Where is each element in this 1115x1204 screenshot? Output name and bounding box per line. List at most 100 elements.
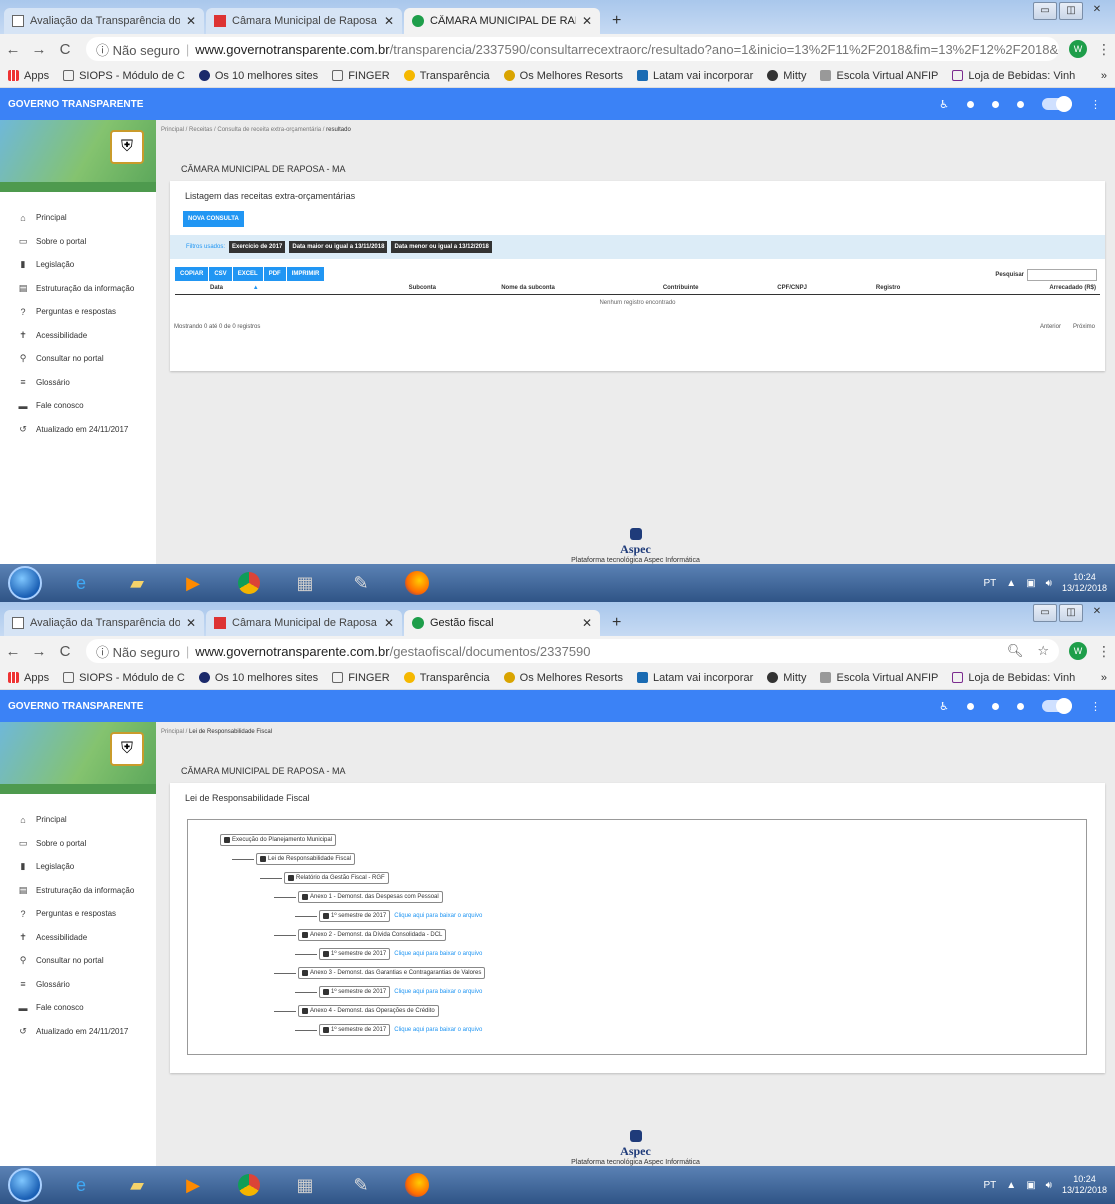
more-bookmarks-icon[interactable]: » [1101, 70, 1107, 82]
breadcrumb-link[interactable]: Receitas [189, 127, 212, 133]
paint-icon[interactable]: ✎ [344, 1171, 378, 1199]
tab-3-active[interactable]: Gestão fiscal ✕ [404, 610, 600, 636]
collapse-icon[interactable] [288, 875, 294, 881]
network-icon[interactable]: ▣ [1026, 1180, 1035, 1191]
font-increase-icon[interactable] [992, 702, 999, 710]
sidebar-item-acessibilidade[interactable]: ✝︎ Acessibilidade [0, 324, 156, 348]
forward-icon[interactable]: → [26, 643, 52, 660]
network-icon[interactable]: ▣ [1026, 578, 1035, 589]
bookmark-item[interactable]: Escola Virtual ANFIP [820, 672, 938, 684]
sidebar-item-estruturacao[interactable]: ▤ Estruturação da informação [0, 277, 156, 301]
bookmark-item[interactable]: Os 10 melhores sites [198, 70, 318, 82]
download-link[interactable]: Clique aqui para baixar o arquivo [394, 989, 482, 995]
new-tab-button[interactable]: + [612, 614, 621, 632]
bookmark-item[interactable]: Latam vai incorporar [636, 672, 753, 684]
clock[interactable]: 10:24 13/12/2018 [1062, 572, 1107, 594]
maximize-button[interactable]: ◫ [1059, 2, 1083, 20]
copy-button[interactable]: COPIAR [175, 267, 209, 281]
sidebar-item-legislacao[interactable]: ▮ Legislação [0, 253, 156, 277]
close-icon[interactable]: ✕ [582, 616, 592, 630]
minimize-button[interactable]: ▭ [1033, 604, 1057, 622]
calculator-icon[interactable]: ▦ [288, 1171, 322, 1199]
contrast-icon[interactable] [967, 702, 974, 710]
firefox-icon[interactable] [400, 569, 434, 597]
address-bar[interactable]: ⓘ Não seguro | www.governotransparente.c… [86, 639, 1059, 663]
chrome-icon[interactable] [232, 569, 266, 597]
browser-menu-icon[interactable]: ⋮ [1097, 41, 1111, 58]
address-bar[interactable]: ⓘ Não seguro | www.governotransparente.c… [86, 37, 1059, 61]
tree-node[interactable]: Anexo 3 - Demonst. das Garantias e Contr… [274, 967, 486, 979]
sidebar-item-perguntas[interactable]: ? Perguntas e respostas [0, 300, 156, 324]
tree-node[interactable]: Anexo 2 - Demonst. da Dívida Consolidada… [274, 929, 447, 941]
download-link[interactable]: Clique aqui para baixar o arquivo [394, 1027, 482, 1033]
breadcrumb-link[interactable]: Principal [161, 729, 184, 735]
collapse-icon[interactable] [302, 894, 308, 900]
zoom-icon[interactable]: 🔍︎ [1007, 643, 1024, 659]
tray-expand-icon[interactable]: ▲ [1006, 1180, 1016, 1191]
tab-1[interactable]: Avaliação da Transparência dos J ✕ [4, 610, 204, 636]
sidebar-item-glossario[interactable]: ≡ Glossário [0, 973, 156, 997]
volume-icon[interactable]: 🔊︎ [1046, 1180, 1052, 1191]
bookmark-item[interactable]: FINGER [332, 70, 390, 82]
explorer-icon[interactable]: ▰ [120, 569, 154, 597]
back-icon[interactable]: ← [0, 643, 26, 660]
sidebar-item-fale[interactable]: ▬ Fale conosco [0, 996, 156, 1020]
more-bookmarks-icon[interactable]: » [1101, 672, 1107, 684]
tab-3-active[interactable]: CÂMARA MUNICIPAL DE RAPOSA✕ [404, 8, 600, 34]
start-button[interactable] [8, 1168, 42, 1202]
collapse-icon[interactable] [302, 1008, 308, 1014]
language-indicator[interactable]: PT [984, 1180, 997, 1191]
next-page-button[interactable]: Próximo [1073, 324, 1095, 330]
prev-page-button[interactable]: Anterior [1040, 324, 1061, 330]
bookmark-item[interactable]: SIOPS - Módulo de C [63, 70, 185, 82]
bookmark-item[interactable]: Os Melhores Resorts [503, 70, 623, 82]
ie-icon[interactable]: e [64, 1171, 98, 1199]
minimize-button[interactable]: ▭ [1033, 2, 1057, 20]
bookmark-apps[interactable]: Apps [8, 70, 49, 82]
bookmark-item[interactable]: Transparência [403, 672, 490, 684]
firefox-icon[interactable] [400, 1171, 434, 1199]
close-window-button[interactable]: ✕ [1085, 604, 1109, 622]
sidebar-item-legislacao[interactable]: ▮ Legislação [0, 855, 156, 879]
sidebar-item-estruturacao[interactable]: ▤ Estruturação da informação [0, 879, 156, 903]
volume-icon[interactable]: 🔊︎ [1046, 578, 1052, 589]
start-button[interactable] [8, 566, 42, 600]
new-tab-button[interactable]: + [612, 12, 621, 30]
breadcrumb-link[interactable]: Consulta de receita extra-orçamentária [217, 127, 321, 133]
close-icon[interactable]: ✕ [384, 14, 394, 28]
download-link[interactable]: Clique aqui para baixar o arquivo [394, 913, 482, 919]
tree-node[interactable]: Relatório da Gestão Fiscal - RGF [260, 872, 389, 884]
theme-toggle[interactable] [1042, 96, 1072, 112]
search-input[interactable] [1027, 269, 1097, 281]
close-icon[interactable]: ✕ [186, 616, 196, 630]
accessibility-icon[interactable]: ♿︎ [939, 98, 949, 111]
chrome-icon[interactable] [232, 1171, 266, 1199]
sidebar-item-glossario[interactable]: ≡ Glossário [0, 371, 156, 395]
sidebar-item-perguntas[interactable]: ? Perguntas e respostas [0, 902, 156, 926]
sidebar-item-sobre[interactable]: ▭ Sobre o portal [0, 230, 156, 254]
tree-node[interactable]: Lei de Responsabilidade Fiscal [232, 853, 356, 865]
font-increase-icon[interactable] [992, 100, 999, 108]
theme-toggle[interactable] [1042, 698, 1072, 714]
sidebar-item-sobre[interactable]: ▭ Sobre o portal [0, 832, 156, 856]
bookmark-item[interactable]: Latam vai incorporar [636, 70, 753, 82]
header-menu-icon[interactable]: ⋮ [1090, 700, 1101, 713]
font-decrease-icon[interactable] [1017, 702, 1024, 710]
back-icon[interactable]: ← [0, 41, 26, 58]
profile-avatar[interactable]: W [1069, 40, 1087, 58]
tab-2[interactable]: Câmara Municipal de Raposa ✕ [206, 610, 402, 636]
paint-icon[interactable]: ✎ [344, 569, 378, 597]
sidebar-item-principal[interactable]: ⌂ Principal [0, 206, 156, 230]
accessibility-icon[interactable]: ♿︎ [939, 700, 949, 713]
column-header[interactable]: Subconta [404, 282, 498, 295]
new-query-button[interactable]: NOVA CONSULTA [183, 211, 244, 227]
reload-icon[interactable]: C [52, 41, 78, 58]
bookmark-item[interactable]: Mitty [767, 672, 806, 684]
tree-node[interactable]: Execução do Planejamento Municipal [220, 834, 337, 846]
calculator-icon[interactable]: ▦ [288, 569, 322, 597]
print-button[interactable]: IMPRIMIR [286, 267, 325, 281]
tab-1[interactable]: Avaliação da Transparência dos J ✕ [4, 8, 204, 34]
collapse-icon[interactable] [260, 856, 266, 862]
contrast-icon[interactable] [967, 100, 974, 108]
tree-node[interactable]: Anexo 4 - Demonst. das Operações de Créd… [274, 1005, 439, 1017]
